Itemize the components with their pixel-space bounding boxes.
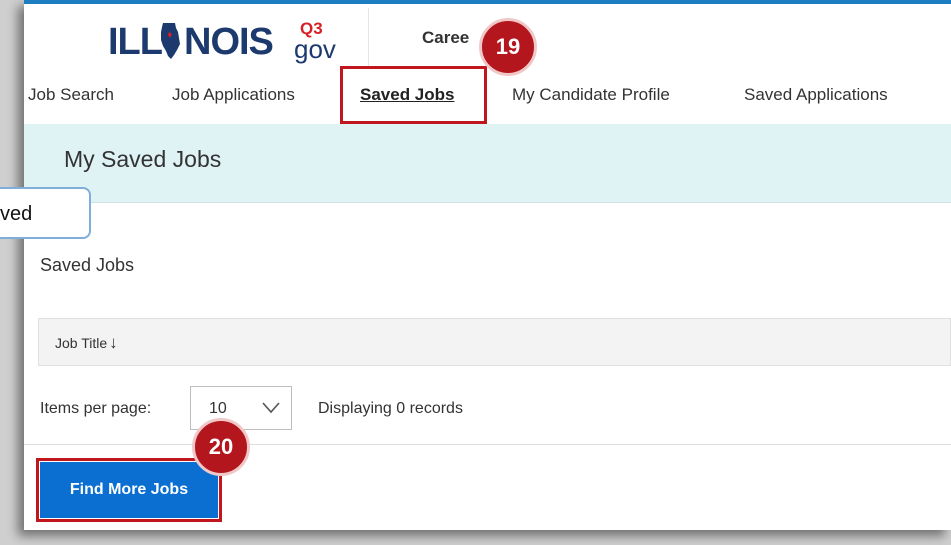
nav-item-saved-applications[interactable]: Saved Applications [744, 85, 888, 105]
step-20-badge: 20 [192, 418, 250, 476]
app-window: ILL NOIS Q3 gov Caree Job Search Job App… [24, 0, 951, 530]
saved-jobs-highlight [340, 66, 487, 124]
items-per-page-label: Items per page: [40, 400, 152, 417]
saved-jobs-table-header: Job Title ↓ [38, 318, 951, 366]
chevron-down-icon [262, 402, 280, 414]
main-nav: Job Search Job Applications Saved Jobs M… [24, 66, 951, 124]
find-more-jobs-highlight [36, 458, 222, 522]
section-title: Saved Jobs [40, 255, 135, 275]
illinois-logo[interactable]: ILL NOIS Q3 gov [54, 8, 369, 70]
column-header-label: Job Title [55, 335, 108, 351]
pagination-row: Items per page: 10 Displaying 0 records [38, 386, 951, 432]
nav-item-job-search[interactable]: Job Search [28, 85, 114, 105]
column-header-job-title[interactable]: Job Title ↓ [55, 333, 118, 353]
nav-item-my-candidate-profile[interactable]: My Candidate Profile [512, 85, 670, 105]
divider [24, 444, 951, 445]
step-19-badge: 19 [479, 18, 537, 76]
tooltip-callout: ved [0, 187, 91, 239]
logo-text-ill: ILL [108, 21, 163, 63]
page-title: My Saved Jobs [64, 146, 222, 172]
sort-down-arrow-icon: ↓ [109, 333, 118, 352]
tooltip-text: ved [0, 203, 33, 225]
careers-title: Caree [422, 28, 470, 47]
record-count-text: Displaying 0 records [318, 400, 463, 417]
page-banner: My Saved Jobs [24, 124, 951, 203]
nav-item-job-applications[interactable]: Job Applications [172, 85, 295, 105]
logo-text-nois: NOIS [184, 21, 274, 63]
logo-gov: gov [294, 34, 336, 64]
items-per-page-value: 10 [209, 400, 227, 417]
illinois-state-icon [161, 23, 180, 59]
